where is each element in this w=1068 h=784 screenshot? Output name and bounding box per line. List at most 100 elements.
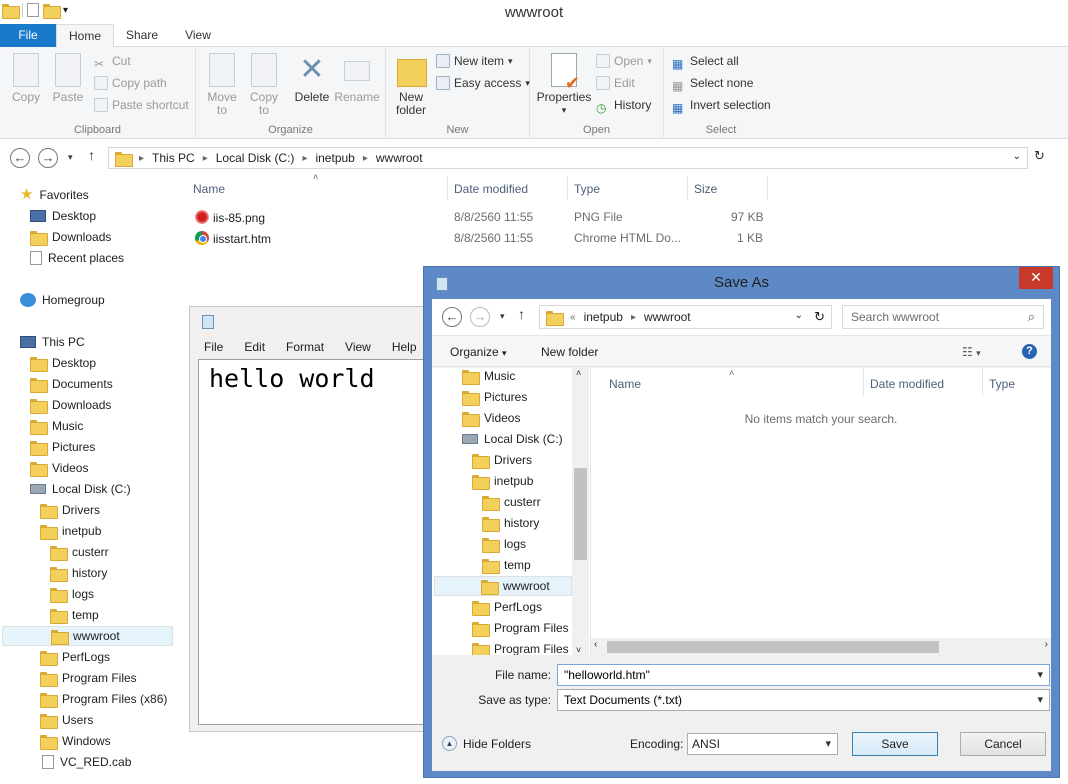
crumb-local-disk[interactable]: Local Disk (C:) [216, 151, 295, 165]
view-options-icon[interactable]: ☷ ▾ [962, 345, 981, 359]
refresh-icon[interactable]: ↻ [1034, 148, 1045, 164]
tree-custerr[interactable]: custerr [482, 492, 541, 512]
menu-format[interactable]: Format [272, 337, 331, 357]
dialog-back-button[interactable]: ← [442, 307, 462, 327]
copy-path-button[interactable]: Copy path [94, 73, 167, 93]
tree-vertical-scrollbar[interactable]: ˄ ˅ [572, 368, 589, 655]
scroll-left-icon[interactable]: ‹ [594, 639, 597, 650]
menu-edit[interactable]: Edit [230, 337, 272, 357]
nav-inetpub[interactable]: inetpub [40, 521, 101, 541]
copy-to-button[interactable]: Copy to [246, 53, 282, 117]
recent-locations-chevron-icon[interactable]: ▾ [68, 152, 73, 163]
nav-recent-places[interactable]: Recent places [30, 248, 124, 268]
tab-file[interactable]: File [0, 24, 56, 47]
notepad-text-area[interactable]: hello world [198, 359, 438, 725]
nav-custerr[interactable]: custerr [50, 542, 109, 562]
open-button[interactable]: Open ▾ [596, 51, 652, 71]
address-bar[interactable]: ▸ This PC ▸ Local Disk (C:) ▸ inetpub ▸ … [108, 147, 1028, 169]
encoding-select[interactable]: ANSI ▾ [687, 733, 838, 755]
nav-windows[interactable]: Windows [40, 731, 111, 751]
tab-view[interactable]: View [174, 24, 222, 47]
nav-this-pc[interactable]: This PC [20, 332, 85, 352]
nav-wwwroot[interactable]: wwwroot [2, 626, 173, 646]
save-as-type-select[interactable]: Text Documents (*.txt) ▾ [557, 689, 1050, 711]
nav-desktop[interactable]: Desktop [30, 206, 96, 226]
copy-button[interactable]: Copy [8, 53, 44, 104]
nav-downloads[interactable]: Downloads [30, 227, 111, 247]
nav-documents[interactable]: Documents [30, 374, 113, 394]
tree-videos[interactable]: Videos [462, 408, 520, 428]
dialog-forward-button[interactable]: → [470, 307, 490, 327]
new-item-button[interactable]: New item ▾ [436, 51, 513, 71]
scroll-down-icon[interactable]: ˅ [576, 645, 581, 655]
file-name-input[interactable]: "helloworld.htm" ▾ [557, 664, 1050, 686]
easy-access-button[interactable]: Easy access ▾ [436, 73, 530, 93]
crumb-wwwroot[interactable]: wwwroot [644, 310, 691, 324]
tree-logs[interactable]: logs [482, 534, 526, 554]
tree-local-disk[interactable]: Local Disk (C:) [462, 429, 563, 449]
paste-button[interactable]: Paste [50, 53, 86, 104]
back-button[interactable]: ← [10, 148, 30, 168]
select-all-button[interactable]: ▦ Select all [672, 51, 739, 71]
dialog-new-folder-button[interactable]: New folder [541, 345, 598, 359]
nav-logs[interactable]: logs [50, 584, 94, 604]
up-arrow-icon[interactable]: ↑ [88, 147, 95, 163]
nav-videos[interactable]: Videos [30, 458, 88, 478]
dialog-address-bar[interactable]: « inetpub ▸ wwwroot ⌄ ↻ [539, 305, 832, 329]
crumb-inetpub[interactable]: inetpub [315, 151, 354, 165]
tree-wwwroot[interactable]: wwwroot [434, 576, 572, 596]
dialog-refresh-icon[interactable]: ↻ [814, 309, 825, 325]
hide-folders-button[interactable]: ▲ Hide Folders [442, 736, 531, 751]
nav-perflogs[interactable]: PerfLogs [40, 647, 110, 667]
nav-vc-red-cab[interactable]: VC_RED.cab [42, 752, 131, 772]
scroll-right-icon[interactable]: › [1045, 639, 1048, 650]
close-button[interactable]: ✕ [1019, 267, 1053, 289]
history-button[interactable]: ◷ History [596, 95, 651, 115]
tree-drivers[interactable]: Drivers [472, 450, 532, 470]
paste-shortcut-button[interactable]: Paste shortcut [94, 95, 189, 115]
dialog-recent-chevron-icon[interactable]: ▾ [500, 311, 505, 322]
edit-button[interactable]: Edit [596, 73, 635, 93]
nav-local-disk[interactable]: Local Disk (C:) [30, 479, 131, 499]
tab-share[interactable]: Share [118, 24, 166, 47]
column-type[interactable]: Type [574, 182, 600, 196]
tree-pictures[interactable]: Pictures [462, 387, 527, 407]
new-folder-button[interactable]: New folder [392, 53, 430, 117]
select-none-button[interactable]: ▦ Select none [672, 73, 753, 93]
nav-pictures[interactable]: Pictures [30, 437, 95, 457]
menu-file[interactable]: File [190, 337, 230, 357]
tree-inetpub[interactable]: inetpub [472, 471, 533, 491]
dialog-column-date-modified[interactable]: Date modified [870, 377, 944, 391]
nav-homegroup[interactable]: Homegroup [20, 290, 105, 310]
column-size[interactable]: Size [694, 182, 717, 196]
menu-view[interactable]: View [331, 337, 378, 357]
tab-home[interactable]: Home [56, 24, 114, 48]
rename-button[interactable]: Rename [334, 53, 380, 104]
properties-button[interactable]: Properties ▾ [536, 53, 592, 117]
dialog-up-arrow-icon[interactable]: ↑ [518, 306, 525, 322]
column-name[interactable]: Name [193, 182, 225, 196]
nav-pc-downloads[interactable]: Downloads [30, 395, 111, 415]
tree-scroll-thumb[interactable] [574, 468, 587, 560]
tree-temp[interactable]: temp [482, 555, 531, 575]
list-scroll-thumb[interactable] [607, 641, 939, 653]
nav-history[interactable]: history [50, 563, 107, 583]
dialog-search-input[interactable]: Search wwwroot ⌕ [842, 305, 1044, 329]
tree-music[interactable]: Music [462, 368, 515, 386]
column-date-modified[interactable]: Date modified [454, 182, 528, 196]
cut-button[interactable]: ✂ Cut [94, 51, 131, 71]
dialog-address-chevron-icon[interactable]: ⌄ [795, 310, 803, 321]
help-icon[interactable]: ? [1022, 344, 1037, 359]
move-to-button[interactable]: Move to [204, 53, 240, 117]
dialog-column-type[interactable]: Type [989, 377, 1015, 391]
nav-users[interactable]: Users [40, 710, 93, 730]
nav-program-files[interactable]: Program Files [40, 668, 137, 688]
forward-button[interactable]: → [38, 148, 58, 168]
file-row[interactable]: iis-85.png 8/8/2560 11:55 PNG File 97 KB [195, 207, 775, 227]
invert-selection-button[interactable]: ▦ Invert selection [672, 95, 771, 115]
organize-button[interactable]: Organize ▾ [450, 345, 507, 359]
address-dropdown-chevron-icon[interactable]: ⌄ [1013, 151, 1021, 162]
nav-drivers[interactable]: Drivers [40, 500, 100, 520]
dialog-column-name[interactable]: Name [609, 377, 641, 391]
tree-history[interactable]: history [482, 513, 539, 533]
